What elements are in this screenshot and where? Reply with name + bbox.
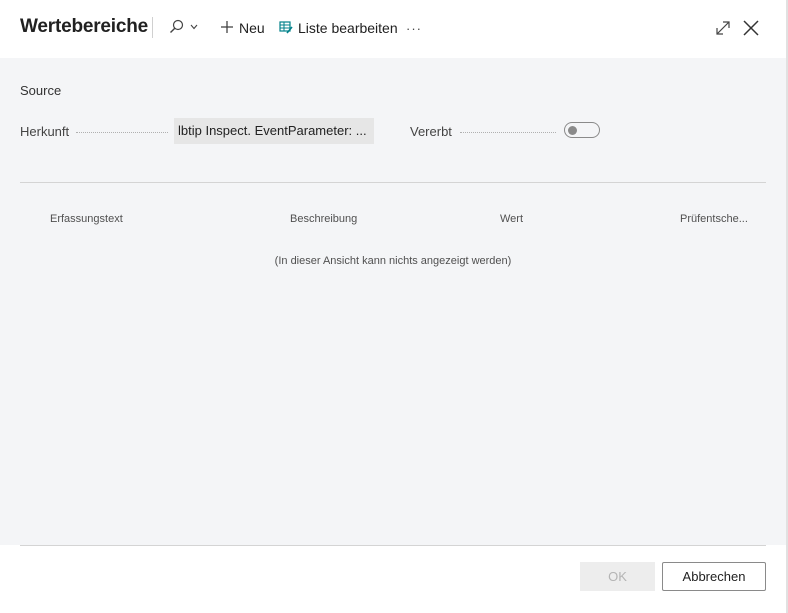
search-button[interactable] <box>168 18 198 38</box>
vererbt-toggle[interactable] <box>564 122 600 138</box>
cancel-button[interactable]: Abbrechen <box>662 562 766 591</box>
toolbar-divider <box>152 17 153 38</box>
more-actions-button[interactable]: ··· <box>406 18 422 38</box>
more-icon: ··· <box>406 20 422 36</box>
page-title: Wertebereiche <box>20 16 148 37</box>
column-header-pruefentscheid[interactable]: Prüfentsche... <box>680 213 748 225</box>
column-header-wert[interactable]: Wert <box>500 213 523 225</box>
ok-button[interactable]: OK <box>580 562 655 591</box>
column-header-beschreibung[interactable]: Beschreibung <box>290 213 357 225</box>
herkunft-label: Herkunft <box>20 124 70 139</box>
column-header-erfassungstext[interactable]: Erfassungstext <box>50 213 123 225</box>
expand-button[interactable] <box>713 18 733 38</box>
dialog: Wertebereiche Neu Liste bearbeiten ··· S… <box>0 0 788 613</box>
new-button[interactable]: Neu <box>220 18 265 38</box>
section-title: Source <box>20 83 62 98</box>
edit-list-icon <box>279 20 293 37</box>
close-icon <box>741 20 761 42</box>
plus-icon <box>220 20 234 37</box>
empty-list-message: (In dieser Ansicht kann nichts angezeigt… <box>274 255 512 267</box>
section-divider <box>20 182 766 183</box>
expand-icon <box>713 21 733 42</box>
dialog-content: Source Herkunft lbtip Inspect. EventPara… <box>0 58 786 545</box>
edit-list-button-label: Liste bearbeiten <box>298 20 398 36</box>
vererbt-label: Vererbt <box>410 124 452 139</box>
herkunft-field[interactable]: lbtip Inspect. EventParameter: ... <box>174 118 374 144</box>
dialog-header: Wertebereiche Neu Liste bearbeiten ··· <box>0 0 786 58</box>
footer-divider <box>20 545 766 546</box>
herkunft-leader-dots <box>76 132 168 133</box>
edit-list-button[interactable]: Liste bearbeiten <box>279 18 398 38</box>
dialog-footer: OK Abbrechen <box>0 545 786 613</box>
toggle-knob <box>568 125 577 135</box>
search-icon <box>168 19 198 38</box>
close-button[interactable] <box>741 18 761 38</box>
new-button-label: Neu <box>239 20 265 36</box>
vererbt-leader-dots <box>460 132 556 133</box>
